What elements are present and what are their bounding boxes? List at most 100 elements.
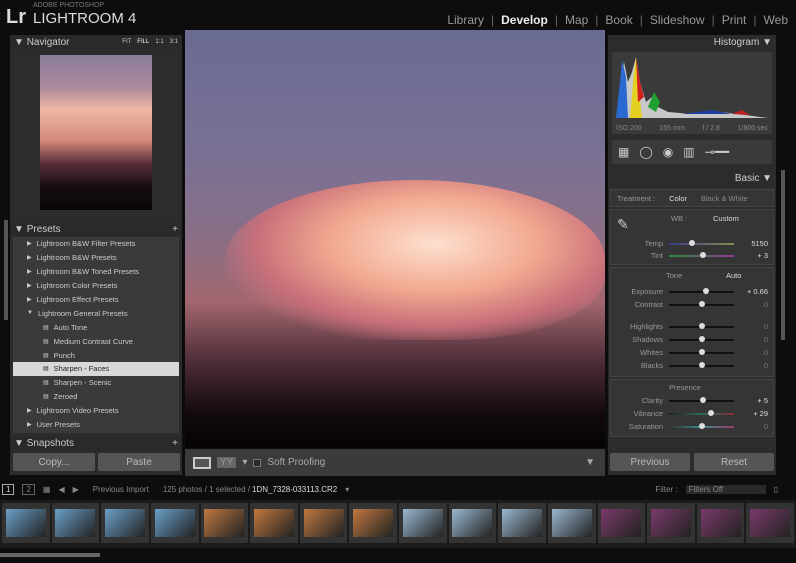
add-preset-icon[interactable]: +	[172, 224, 178, 235]
main-window-button[interactable]: 1	[2, 483, 15, 495]
module-develop[interactable]: Develop	[501, 13, 548, 27]
filmstrip-thumbnail[interactable]	[746, 503, 794, 543]
before-after-button[interactable]: YY	[217, 457, 237, 468]
treatment-color[interactable]: Color	[669, 194, 687, 203]
slider-value[interactable]: 0	[734, 348, 768, 357]
paste-button[interactable]: Paste	[98, 453, 180, 471]
slider-value[interactable]: + 0.66	[734, 287, 768, 296]
red-eye-icon[interactable]: ◉	[663, 145, 673, 159]
slider-track[interactable]	[669, 348, 734, 355]
filmstrip-thumbnail[interactable]	[150, 503, 199, 543]
soft-proofing-checkbox[interactable]	[253, 458, 262, 467]
slider-track[interactable]	[669, 300, 734, 307]
slider-value[interactable]: 0	[734, 322, 768, 331]
spot-removal-icon[interactable]: ◯	[639, 145, 652, 159]
filmstrip-thumbnail[interactable]	[349, 503, 397, 543]
slider-track[interactable]	[669, 361, 734, 368]
preset-folder[interactable]: ▶ Lightroom B&W Filter Presets	[13, 237, 179, 251]
histogram-header[interactable]: Histogram ▼	[608, 35, 776, 49]
module-web[interactable]: Web	[764, 13, 788, 27]
histogram[interactable]: ISO 200 155 mm f / 2.8 1/800 sec	[612, 52, 772, 134]
slider-knob[interactable]	[698, 322, 705, 329]
graduated-filter-icon[interactable]: ▥	[683, 145, 694, 159]
preset-item[interactable]: ▤ Sharpen - Faces	[13, 362, 179, 376]
module-slideshow[interactable]: Slideshow	[650, 13, 705, 27]
filmstrip-thumbnail[interactable]	[597, 503, 646, 543]
previous-button[interactable]: Previous	[610, 453, 690, 471]
zoom-1-1[interactable]: 1:1	[155, 39, 163, 45]
preset-folder[interactable]: ▶ Lightroom B&W Toned Presets	[13, 265, 179, 279]
filmstrip-thumbnail[interactable]	[498, 503, 546, 543]
slider-knob[interactable]	[698, 335, 705, 342]
slider-knob[interactable]	[703, 287, 710, 294]
filmstrip-thumbnail[interactable]	[200, 503, 249, 543]
module-book[interactable]: Book	[605, 13, 632, 27]
zoom-fill[interactable]: FILL	[137, 39, 149, 45]
preset-folder[interactable]: ▶ Lightroom Effect Presets	[13, 293, 179, 307]
forward-arrow-icon[interactable]: ▶	[73, 485, 79, 494]
slider-track[interactable]	[669, 251, 734, 258]
crop-overlay-icon[interactable]: ▦	[618, 145, 629, 159]
zoom-3-1[interactable]: 3:1	[170, 39, 178, 45]
filter-lock-icon[interactable]: ▯	[774, 485, 778, 494]
slider-knob[interactable]	[688, 239, 695, 246]
dropdown-arrow-icon[interactable]: ▾	[242, 457, 247, 468]
navigator-preview[interactable]	[40, 55, 152, 210]
slider-knob[interactable]	[698, 348, 705, 355]
slider-knob[interactable]	[698, 300, 705, 307]
filmstrip-thumbnail[interactable]	[547, 503, 596, 543]
slider-track[interactable]	[669, 335, 734, 342]
filmstrip-thumbnail[interactable]	[647, 503, 695, 543]
reset-button[interactable]: Reset	[694, 453, 774, 471]
preset-folder[interactable]: ▶ Lightroom Video Presets	[13, 404, 179, 418]
filmstrip-thumbnail[interactable]	[696, 503, 745, 543]
preset-item[interactable]: ▤ Sharpen - Scenic	[13, 376, 179, 390]
selected-filename[interactable]: 1DN_7328-033113.CR2	[252, 485, 337, 494]
treatment-bw[interactable]: Black & White	[701, 194, 748, 203]
filmstrip-thumbnail[interactable]	[299, 503, 348, 543]
preset-folder[interactable]: ▼ Lightroom General Presets	[13, 306, 179, 320]
right-panel-scrollbar[interactable]	[781, 170, 785, 340]
preset-item[interactable]: ▤ Punch	[13, 348, 179, 362]
grid-view-icon[interactable]: ▦	[43, 485, 51, 494]
zoom-fit[interactable]: FIT	[122, 39, 131, 45]
slider-track[interactable]	[669, 239, 734, 246]
filmstrip-source[interactable]: Previous Import	[93, 485, 149, 494]
slider-value[interactable]: 0	[734, 300, 768, 309]
filmstrip-thumbnail[interactable]	[2, 503, 50, 543]
presets-header[interactable]: ▼ Presets +	[10, 222, 182, 236]
module-library[interactable]: Library	[447, 13, 484, 27]
module-print[interactable]: Print	[722, 13, 747, 27]
filmstrip-thumbnail[interactable]	[448, 503, 497, 543]
left-panel-scrollbar[interactable]	[4, 220, 8, 320]
preset-folder[interactable]: ▶ Lightroom B&W Presets	[13, 251, 179, 265]
slider-value[interactable]: + 3	[734, 251, 768, 260]
slider-value[interactable]: 0	[734, 335, 768, 344]
toolbar-menu-icon[interactable]: ▼	[585, 457, 595, 468]
preset-item[interactable]: ▤ Medium Contrast Curve	[13, 334, 179, 348]
back-arrow-icon[interactable]: ◀	[58, 485, 64, 494]
copy-button[interactable]: Copy...	[13, 453, 95, 471]
preset-item[interactable]: ▤ Auto Tone	[13, 320, 179, 334]
preset-folder[interactable]: ▶ Lightroom Color Presets	[13, 279, 179, 293]
main-photo[interactable]	[185, 30, 605, 448]
basic-header[interactable]: Basic ▼	[608, 171, 776, 185]
slider-track[interactable]	[669, 287, 734, 294]
auto-tone-button[interactable]: Auto	[726, 271, 741, 280]
slider-track[interactable]	[669, 396, 734, 403]
filmstrip-thumbnail[interactable]	[101, 503, 149, 543]
snapshots-header[interactable]: ▼ Snapshots +	[10, 436, 182, 450]
navigator-header[interactable]: ▼ Navigator FIT FILL 1:1 3:1	[10, 35, 182, 49]
filmstrip-scrollbar[interactable]	[0, 553, 100, 557]
loupe-view-icon[interactable]	[193, 456, 211, 469]
slider-value[interactable]: + 29	[734, 409, 768, 418]
slider-value[interactable]: 5150	[734, 239, 768, 248]
adjustment-brush-icon[interactable]: ⊸━━	[705, 145, 730, 159]
slider-value[interactable]: 0	[734, 361, 768, 370]
module-map[interactable]: Map	[565, 13, 588, 27]
slider-knob[interactable]	[698, 361, 705, 368]
slider-track[interactable]	[669, 422, 734, 429]
slider-knob[interactable]	[700, 396, 707, 403]
slider-value[interactable]: 0	[734, 422, 768, 431]
preset-item[interactable]: ▤ Zeroed	[13, 390, 179, 404]
